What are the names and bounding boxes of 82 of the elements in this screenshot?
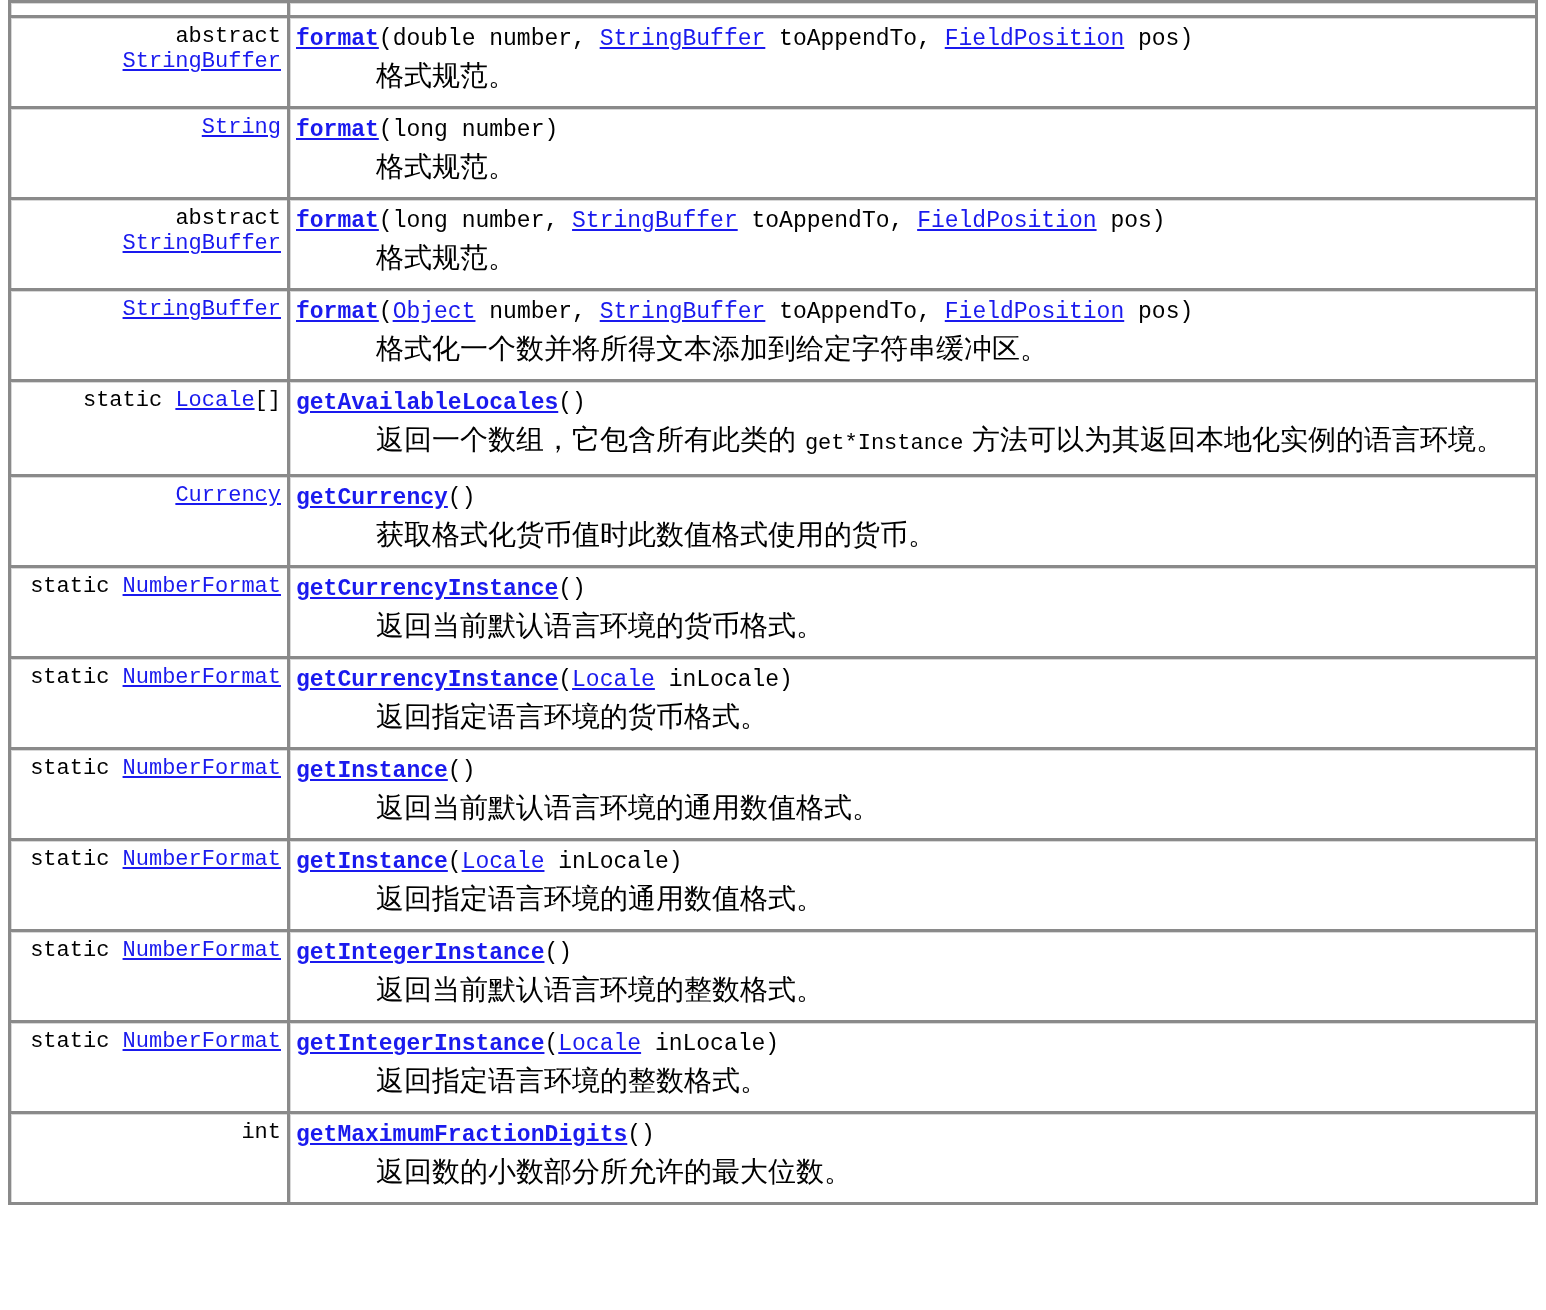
type-link[interactable]: Locale bbox=[175, 388, 255, 413]
type-link[interactable]: NumberFormat bbox=[122, 756, 281, 781]
parameter-text: (long number, bbox=[378, 208, 560, 234]
type-link[interactable]: FieldPosition bbox=[944, 299, 1125, 325]
method-link[interactable]: getAvailableLocales bbox=[296, 390, 559, 416]
type-link[interactable]: StringBuffer bbox=[122, 231, 281, 256]
method-description: 返回当前默认语言环境的货币格式。 bbox=[375, 608, 825, 644]
type-link[interactable]: NumberFormat bbox=[122, 938, 281, 963]
parameter-text: () bbox=[558, 390, 586, 416]
type-link[interactable]: Locale bbox=[558, 1031, 642, 1057]
method-link[interactable]: getMaximumFractionDigits bbox=[296, 1122, 628, 1148]
modifier-text: static bbox=[30, 756, 110, 781]
method-description: 获取格式化货币值时此数值格式使用的货币。 bbox=[375, 517, 937, 553]
method-description: 返回数的小数部分所允许的最大位数。 bbox=[375, 1154, 853, 1190]
modifier-text: static bbox=[30, 1029, 110, 1054]
parameter-text: ( bbox=[378, 299, 393, 325]
parameter-text: ( bbox=[558, 667, 573, 693]
parameter-text: pos) bbox=[1109, 208, 1166, 234]
modifier-text: static bbox=[82, 388, 163, 413]
type-link[interactable]: Object bbox=[392, 299, 476, 325]
type-link[interactable]: String bbox=[201, 115, 281, 140]
parameter-text: toAppendTo, bbox=[778, 299, 932, 325]
parameter-text: pos) bbox=[1137, 299, 1194, 325]
method-description: 返回指定语言环境的整数格式。 bbox=[375, 1063, 769, 1099]
method-link[interactable]: getInstance bbox=[296, 849, 448, 875]
type-link[interactable]: FieldPosition bbox=[917, 208, 1097, 234]
parameter-text: () bbox=[558, 576, 586, 602]
method-link[interactable]: format bbox=[296, 117, 379, 143]
parameter-text: toAppendTo, bbox=[750, 208, 905, 234]
method-link[interactable]: getInstance bbox=[296, 758, 448, 784]
parameter-text: () bbox=[447, 485, 476, 511]
method-link[interactable]: getCurrencyInstance bbox=[296, 667, 559, 693]
parameter-text: pos) bbox=[1137, 26, 1194, 52]
method-description: 格式规范。 bbox=[375, 58, 517, 94]
modifier-text: [] bbox=[254, 388, 281, 413]
parameter-text: (double number, bbox=[378, 26, 587, 52]
modifier-text: abstract bbox=[175, 24, 281, 49]
method-description: 返回指定语言环境的通用数值格式。 bbox=[375, 881, 825, 917]
method-description: 返回当前默认语言环境的通用数值格式。 bbox=[375, 790, 881, 826]
parameter-text: (long number) bbox=[378, 117, 559, 143]
method-link[interactable]: format bbox=[296, 208, 379, 234]
type-link[interactable]: NumberFormat bbox=[122, 574, 281, 599]
method-description: 返回一个数组，它包含所有此类的 get*Instance 方法可以为其返回本地化实例的语言环境。 bbox=[375, 422, 1506, 458]
parameter-text: toAppendTo, bbox=[778, 26, 932, 52]
type-link[interactable]: StringBuffer bbox=[122, 297, 281, 322]
parameter-text: () bbox=[544, 940, 573, 966]
method-link[interactable]: getIntegerInstance bbox=[296, 1031, 545, 1057]
method-description: 返回指定语言环境的货币格式。 bbox=[375, 699, 769, 735]
modifier-text: abstract bbox=[175, 206, 281, 231]
type-link[interactable]: NumberFormat bbox=[122, 1029, 281, 1054]
parameter-text: () bbox=[447, 758, 476, 784]
method-description: 返回当前默认语言环境的整数格式。 bbox=[375, 972, 825, 1008]
method-description: 格式化一个数并将所得文本添加到给定字符串缓冲区。 bbox=[375, 331, 1049, 367]
method-link[interactable]: format bbox=[296, 299, 379, 325]
parameter-text: ( bbox=[544, 1031, 559, 1057]
method-link[interactable]: getCurrencyInstance bbox=[296, 576, 559, 602]
modifier-text: static bbox=[30, 938, 110, 963]
modifier-text: static bbox=[30, 574, 110, 599]
type-link[interactable]: NumberFormat bbox=[122, 665, 281, 690]
modifier-text: int bbox=[241, 1120, 281, 1145]
parameter-text: inLocale) bbox=[667, 667, 793, 693]
method-link[interactable]: getIntegerInstance bbox=[296, 940, 545, 966]
type-link[interactable]: Currency bbox=[175, 483, 281, 508]
type-link[interactable]: StringBuffer bbox=[599, 299, 766, 325]
type-link[interactable]: StringBuffer bbox=[122, 49, 281, 74]
parameter-text: ( bbox=[447, 849, 462, 875]
type-link[interactable]: Locale bbox=[461, 849, 545, 875]
modifier-text: static bbox=[30, 665, 110, 690]
parameter-text: number, bbox=[488, 299, 587, 325]
modifier-text: static bbox=[30, 847, 110, 872]
type-link[interactable]: NumberFormat bbox=[122, 847, 281, 872]
method-description: 格式规范。 bbox=[375, 240, 517, 276]
method-link[interactable]: getCurrency bbox=[296, 485, 448, 511]
parameter-text: inLocale) bbox=[557, 849, 683, 875]
type-link[interactable]: FieldPosition bbox=[944, 26, 1125, 52]
type-link[interactable]: StringBuffer bbox=[572, 208, 738, 234]
parameter-text: inLocale) bbox=[653, 1031, 780, 1057]
type-link[interactable]: StringBuffer bbox=[599, 26, 766, 52]
parameter-text: () bbox=[627, 1122, 655, 1148]
method-link[interactable]: format bbox=[296, 26, 379, 52]
method-description: 格式规范。 bbox=[375, 149, 517, 185]
type-link[interactable]: Locale bbox=[572, 667, 655, 693]
